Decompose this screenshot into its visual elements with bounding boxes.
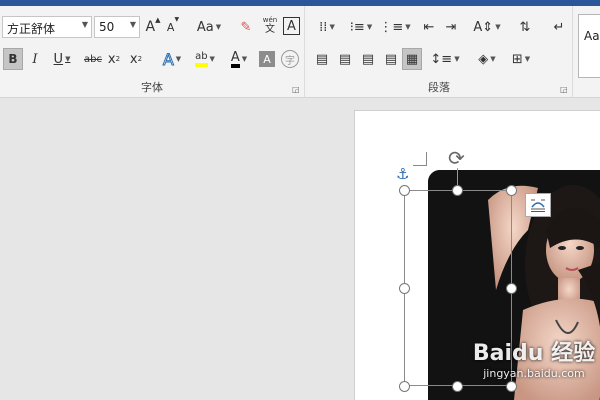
chevron-down-icon[interactable]: ▼ xyxy=(82,20,88,29)
sort-icon: ⇅ xyxy=(519,19,531,35)
enclose-characters-label: 字 xyxy=(285,55,295,67)
decrease-indent-icon: ⇤ xyxy=(423,19,435,35)
increase-indent-icon: ⇥ xyxy=(445,19,457,35)
distributed-button[interactable]: ▦ xyxy=(402,48,422,70)
resize-handle-bottom-left[interactable] xyxy=(399,381,410,392)
layout-options-button[interactable] xyxy=(525,193,551,217)
margin-corner-mark xyxy=(413,152,427,166)
paragraph-group: ⁞⁞ ▼ ⁝≡ ▼ ⋮≡ ▼ ⇤ ⇥ A⇕ ▼ ⇅ ↵ ▤ ▤ ▤ ▤ ▦ ↕≡ ▼ ◈ ▼… xyxy=(306,6,573,98)
show-marks-button[interactable]: ↵ xyxy=(550,16,568,38)
style-preview: Aa xyxy=(584,29,600,43)
paint-bucket-icon: ◈ xyxy=(478,51,489,67)
ribbon: 方正舒体 ▼ 50 ▼ A ▲ A ▼ Aa ▼ ✎ wén 文 A B I U ▼ a… xyxy=(0,6,600,98)
character-border-label: A xyxy=(287,18,296,34)
borders-icon: ⊞ xyxy=(511,51,523,67)
highlight-label: ab xyxy=(195,51,208,67)
align-left-icon: ▤ xyxy=(315,51,329,67)
superscript-mark: 2 xyxy=(137,55,143,63)
font-group-label: 字体 xyxy=(141,81,163,94)
styles-gallery[interactable]: Aa xyxy=(578,14,600,78)
font-size-combo[interactable]: 50 ▼ xyxy=(94,16,140,38)
text-effects-label: A xyxy=(162,49,174,69)
font-group: 方正舒体 ▼ 50 ▼ A ▲ A ▼ Aa ▼ ✎ wén 文 A B I U ▼ a… xyxy=(0,6,305,98)
italic-button[interactable]: I xyxy=(27,48,43,70)
subscript-mark: 2 xyxy=(115,55,121,63)
anchor-icon[interactable]: ⚓ xyxy=(396,165,409,183)
align-center-button[interactable]: ▤ xyxy=(335,48,355,70)
phonetic-guide-button[interactable]: wén 文 xyxy=(260,14,280,36)
bullets-icon: ⁞⁞ xyxy=(319,19,328,35)
font-size-value: 50 xyxy=(99,20,115,34)
resize-handle-right[interactable] xyxy=(506,283,517,294)
highlight-button[interactable]: ab ▼ xyxy=(190,48,220,70)
phonetic-bottom-label: 文 xyxy=(265,24,275,35)
layout-options-icon xyxy=(531,199,545,212)
resize-handle-top-right[interactable] xyxy=(506,185,517,196)
character-shading-label: A xyxy=(263,52,271,66)
paragraph-mark-icon: ↵ xyxy=(553,19,565,35)
align-center-icon: ▤ xyxy=(338,51,352,67)
sort-button[interactable]: ⇅ xyxy=(516,16,534,38)
font-name-combo[interactable]: 方正舒体 ▼ xyxy=(2,16,92,38)
dialog-launcher-icon[interactable]: ◲ xyxy=(560,85,569,94)
grow-font-button[interactable]: A ▲ xyxy=(144,16,162,38)
resize-handle-left[interactable] xyxy=(399,283,410,294)
strikethrough-button[interactable]: abc xyxy=(82,48,104,70)
resize-handle-top[interactable] xyxy=(452,185,463,196)
bold-button[interactable]: B xyxy=(3,48,23,70)
watermark: Baidu 经验 jingyan.baidu.com xyxy=(468,335,600,380)
strikethrough-label: abc xyxy=(84,53,102,65)
change-case-button[interactable]: Aa ▼ xyxy=(192,16,226,38)
dialog-launcher-icon[interactable]: ◲ xyxy=(292,85,301,94)
resize-handle-bottom[interactable] xyxy=(452,381,463,392)
subscript-label: x xyxy=(107,51,116,67)
text-effects-button[interactable]: A ▼ xyxy=(157,48,187,70)
multilevel-list-button[interactable]: ⋮≡ ▼ xyxy=(379,16,410,38)
subscript-button[interactable]: x2 xyxy=(105,48,123,70)
font-color-button[interactable]: A ▼ xyxy=(224,48,254,70)
decrease-indent-button[interactable]: ⇤ xyxy=(420,16,438,38)
eraser-icon: ✎ xyxy=(240,19,252,35)
line-spacing-icon: ↕≡ xyxy=(430,51,453,67)
line-spacing-button[interactable]: ↕≡ ▼ xyxy=(430,48,460,70)
font-color-label: A xyxy=(230,51,240,68)
bold-label: B xyxy=(8,52,18,66)
rotate-handle-icon[interactable]: ⟳ xyxy=(448,146,465,170)
distributed-icon: ▦ xyxy=(405,51,419,67)
superscript-label: x xyxy=(129,51,138,67)
chevron-down-icon[interactable]: ▼ xyxy=(130,20,136,29)
underline-label: U xyxy=(53,51,64,67)
font-name-value: 方正舒体 xyxy=(7,22,56,36)
shrink-font-label: A xyxy=(166,20,175,34)
chinese-layout-icon: A⇕ xyxy=(473,19,494,35)
shading-button[interactable]: ◈ ▼ xyxy=(472,48,502,70)
multilevel-list-icon: ⋮≡ xyxy=(379,19,404,35)
borders-button[interactable]: ⊞ ▼ xyxy=(506,48,536,70)
paragraph-group-label: 段落 xyxy=(428,81,450,94)
align-left-button[interactable]: ▤ xyxy=(312,48,332,70)
justify-button[interactable]: ▤ xyxy=(381,48,401,70)
align-right-icon: ▤ xyxy=(361,51,375,67)
watermark-logo: Baidu 经验 xyxy=(472,341,596,366)
underline-button[interactable]: U ▼ xyxy=(47,48,77,70)
chinese-layout-button[interactable]: A⇕ ▼ xyxy=(472,16,502,38)
clear-format-button[interactable]: ✎ xyxy=(236,16,256,38)
change-case-label: Aa xyxy=(196,19,214,35)
numbering-icon: ⁝≡ xyxy=(349,19,365,35)
numbering-button[interactable]: ⁝≡ ▼ xyxy=(346,16,376,38)
character-border-button[interactable]: A xyxy=(283,17,300,35)
grow-font-label: A xyxy=(145,19,156,35)
italic-label: I xyxy=(32,51,38,67)
superscript-button[interactable]: x2 xyxy=(127,48,145,70)
character-shading-button[interactable]: A xyxy=(259,51,275,67)
justify-icon: ▤ xyxy=(384,51,398,67)
resize-handle-bottom-right[interactable] xyxy=(506,381,517,392)
bullets-button[interactable]: ⁞⁞ ▼ xyxy=(312,16,342,38)
align-right-button[interactable]: ▤ xyxy=(358,48,378,70)
watermark-url: jingyan.baidu.com xyxy=(483,367,585,380)
increase-indent-button[interactable]: ⇥ xyxy=(442,16,460,38)
enclose-characters-button[interactable]: 字 xyxy=(281,50,299,68)
shrink-font-button[interactable]: A ▼ xyxy=(164,16,182,38)
resize-handle-top-left[interactable] xyxy=(399,185,410,196)
